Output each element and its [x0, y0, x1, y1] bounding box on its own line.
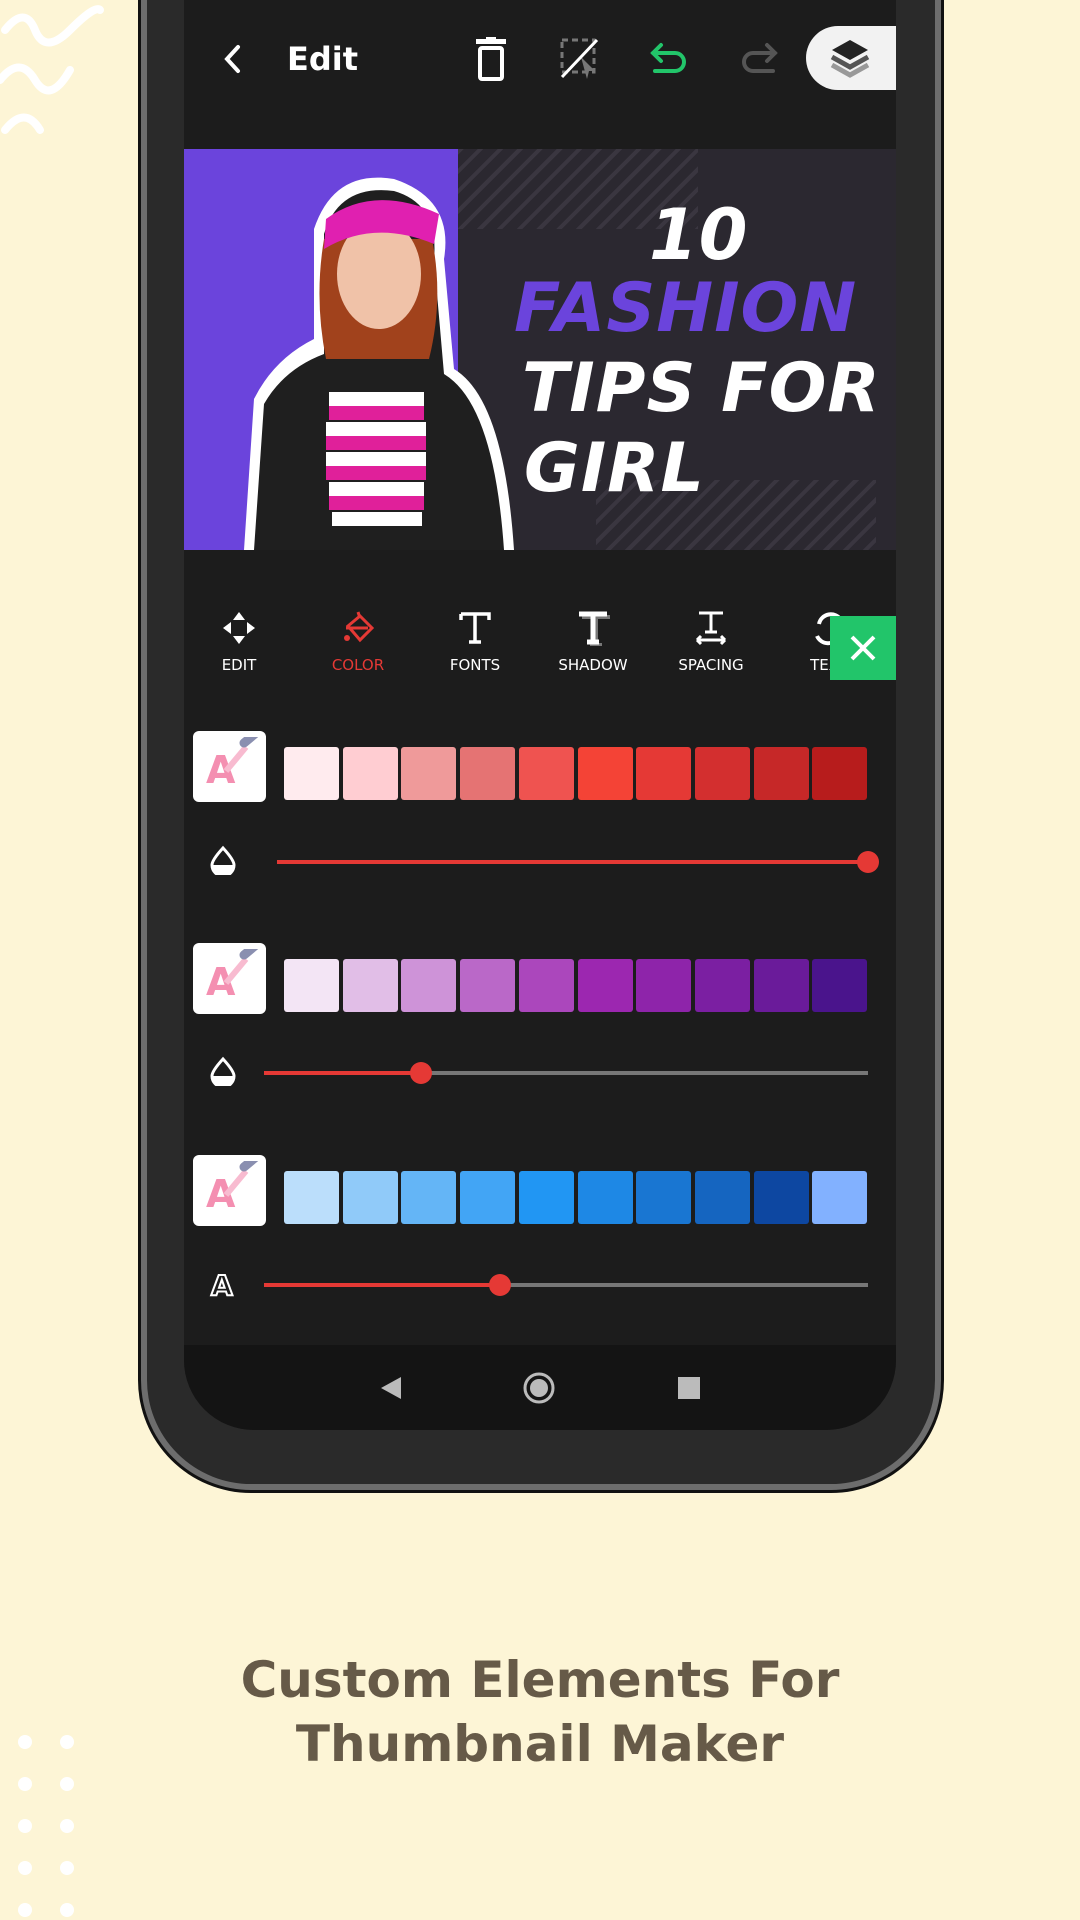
- color-swatch[interactable]: [460, 959, 516, 1012]
- svg-text:A: A: [206, 748, 236, 792]
- caption-line-1: Custom Elements For: [240, 1651, 840, 1709]
- color-swatch[interactable]: [401, 1171, 457, 1224]
- font-icon: [459, 612, 491, 644]
- close-icon: [850, 635, 876, 661]
- move-icon: [223, 612, 255, 644]
- color-swatch[interactable]: [342, 747, 398, 800]
- tab-label: EDIT: [221, 656, 257, 674]
- color-swatch[interactable]: [284, 959, 339, 1012]
- color-swatch[interactable]: [518, 1171, 574, 1224]
- color-swatch[interactable]: [284, 1171, 339, 1224]
- color-swatch[interactable]: [694, 747, 750, 800]
- thumbnail-line-1: 10: [649, 194, 749, 276]
- svg-text:A: A: [206, 960, 236, 1004]
- color-swatch[interactable]: [636, 747, 692, 800]
- spacing-icon: [695, 611, 727, 646]
- color-swatch[interactable]: [753, 1171, 809, 1224]
- color-swatch[interactable]: [694, 959, 750, 1012]
- color-swatch[interactable]: [577, 1171, 633, 1224]
- system-nav-bar: [184, 1345, 896, 1430]
- layers-button[interactable]: [806, 26, 896, 90]
- undo-icon: [650, 43, 686, 73]
- slider-fill: [264, 1071, 422, 1075]
- top-bar: Edit: [184, 0, 896, 140]
- squiggle-decoration-icon: [0, 5, 104, 134]
- tab-label: COLOR: [331, 656, 385, 674]
- tab-edit[interactable]: EDIT: [189, 610, 289, 674]
- text-outline-icon: A: [210, 1268, 234, 1298]
- slider-handle[interactable]: [857, 851, 879, 873]
- trash-icon: [476, 37, 506, 81]
- thumbnail-line-2: FASHION: [514, 269, 858, 348]
- shadow-icon: [579, 611, 610, 647]
- color-swatch[interactable]: [753, 747, 809, 800]
- tab-shadow[interactable]: SHADOW: [543, 610, 643, 674]
- color-swatch[interactable]: [812, 959, 868, 1012]
- delete-button[interactable]: [466, 36, 516, 82]
- back-button[interactable]: [212, 36, 252, 82]
- color-swatch[interactable]: [401, 959, 457, 1012]
- thumbnail-canvas[interactable]: 10 FASHION TIPS FOR GIRL: [184, 149, 896, 550]
- page-title: Edit: [287, 40, 359, 78]
- color-swatch[interactable]: [753, 959, 809, 1012]
- back-icon: [224, 45, 240, 73]
- custom-color-picker-button[interactable]: A: [193, 731, 266, 802]
- tab-label: SHADOW: [558, 656, 628, 674]
- color-swatch[interactable]: [636, 959, 692, 1012]
- tab-spacing[interactable]: SPACING: [661, 610, 761, 674]
- undo-button[interactable]: [644, 36, 694, 82]
- caption: Custom Elements For Thumbnail Maker: [0, 1648, 1080, 1776]
- slider-fill: [277, 860, 868, 864]
- color-swatch[interactable]: [812, 1171, 868, 1224]
- color-swatch[interactable]: [518, 747, 574, 800]
- slider-handle[interactable]: [410, 1062, 433, 1084]
- redo-icon: [742, 43, 778, 73]
- deselect-button[interactable]: [556, 36, 606, 82]
- color-swatch[interactable]: [518, 959, 574, 1012]
- slider-track[interactable]: [277, 851, 879, 873]
- tab-label: FONTS: [449, 656, 501, 674]
- color-swatch[interactable]: [694, 1171, 750, 1224]
- tool-tabs: EDIT COLOR FONTS SHADOW SPACING TEXT: [184, 610, 896, 690]
- deselect-icon: [560, 38, 599, 79]
- eyedropper-text-icon: A: [206, 736, 258, 792]
- tab-fonts[interactable]: FONTS: [425, 610, 525, 674]
- caption-line-2: Thumbnail Maker: [295, 1715, 785, 1773]
- color-swatch[interactable]: [460, 747, 516, 800]
- layers-icon: [830, 40, 870, 78]
- thumbnail-line-3: TIPS FOR: [522, 349, 881, 428]
- slider-track[interactable]: [264, 1274, 868, 1296]
- custom-color-picker-button[interactable]: A: [193, 1155, 266, 1226]
- color-swatch[interactable]: [342, 959, 398, 1012]
- eyedropper-text-icon: A: [206, 948, 258, 1004]
- nav-home-icon[interactable]: [522, 1371, 556, 1405]
- svg-text:A: A: [211, 1269, 233, 1298]
- color-swatch[interactable]: [401, 747, 457, 800]
- color-swatch[interactable]: [460, 1171, 516, 1224]
- color-swatch[interactable]: [342, 1171, 398, 1224]
- slider-fill: [264, 1283, 500, 1287]
- svg-text:A: A: [206, 1172, 236, 1216]
- slider-track[interactable]: [264, 1062, 868, 1084]
- slider-handle[interactable]: [488, 1274, 511, 1296]
- color-swatch[interactable]: [577, 959, 633, 1012]
- tab-label: SPACING: [678, 656, 744, 674]
- close-button[interactable]: [830, 616, 896, 680]
- color-swatch[interactable]: [577, 747, 633, 800]
- color-swatch[interactable]: [284, 747, 339, 800]
- paint-bucket-icon: [344, 611, 375, 643]
- opacity-icon: [210, 1056, 236, 1086]
- tab-color[interactable]: COLOR: [308, 610, 408, 674]
- eyedropper-text-icon: A: [206, 1160, 258, 1216]
- app-screen: Edit 10 FASHION TIPS FOR GIRL EDIT COLOR F…: [184, 0, 896, 1430]
- redo-button[interactable]: [734, 36, 784, 82]
- thumbnail-line-4: GIRL: [524, 429, 705, 508]
- color-swatch[interactable]: [812, 747, 868, 800]
- custom-color-picker-button[interactable]: A: [193, 943, 266, 1014]
- opacity-icon: [210, 845, 236, 875]
- nav-back-icon[interactable]: [379, 1375, 403, 1401]
- nav-recents-icon[interactable]: [678, 1377, 700, 1399]
- model-photo: [244, 177, 514, 550]
- color-swatch[interactable]: [636, 1171, 692, 1224]
